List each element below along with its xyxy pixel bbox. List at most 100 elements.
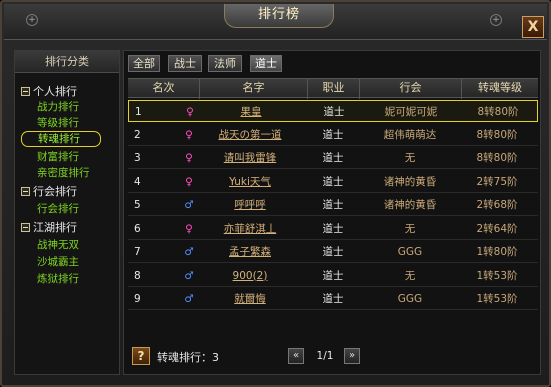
player-name-link[interactable]: 就爾悔 [200,288,300,310]
player-name-link[interactable]: 孟子繁森 [200,241,300,263]
job-cell: 道士 [323,106,345,118]
job-cell: 道士 [322,222,344,235]
female-icon: ♀ [186,106,194,118]
guild-cell: 诸神的黄昏 [383,199,437,211]
page-indicator: 1/1 [316,350,334,362]
category-jianghu[interactable]: 江湖排行 [21,219,77,235]
soul-level-cell: 2转64阶 [476,222,518,235]
player-name-link[interactable]: 亦菲舒淇丄 [200,218,300,240]
soul-level-cell: 1转53阶 [476,269,518,282]
table-row[interactable]: 9 ♂ 就爾悔 道士 GGG 1转53阶 [128,288,538,310]
category-sidebar: 排行分类 个人排行 战力排行 等级排行 转魂排行 财富排行 亲密度排行 行会排行… [14,50,120,375]
soul-level-cell: 2转68阶 [476,199,518,211]
male-icon: ♂ [184,199,194,211]
job-cell: 道士 [322,246,344,258]
footer-count-label: 转魂排行：3 [157,351,219,364]
sidebar-item-war-god[interactable]: 战神无双 [37,237,79,252]
collapse-icon[interactable] [21,222,30,232]
player-name-link[interactable]: 战天の第一道 [200,124,300,146]
sidebar-item-guild-rank[interactable]: 行会排行 [37,201,79,216]
column-rank: 名次 [128,79,200,99]
column-job: 职业 [308,79,360,99]
soul-level-cell: 8转80阶 [476,128,518,141]
sidebar-item-intimacy[interactable]: 亲密度排行 [37,165,90,180]
job-cell: 道士 [322,269,344,282]
soul-level-cell: 8转80阶 [476,152,518,164]
male-icon: ♂ [184,269,194,282]
title-bar[interactable]: + 排行榜 + [4,4,547,40]
category-guild[interactable]: 行会排行 [21,183,77,199]
category-label: 个人排行 [33,85,77,98]
female-icon: ♀ [185,128,193,141]
player-name-link[interactable]: 900(2) [200,265,300,287]
player-name-link[interactable]: Yuki天气 [200,171,300,193]
player-name-link[interactable]: 呼呼呼 [200,194,300,216]
job-cell: 道士 [322,152,344,164]
job-cell: 道士 [322,293,344,305]
column-guild: 行会 [360,79,462,99]
sidebar-item-level[interactable]: 等级排行 [37,115,79,130]
table-row[interactable]: 6 ♀ 亦菲舒淇丄 道士 无 2转64阶 [128,218,538,240]
category-label: 行会排行 [33,185,77,198]
female-icon: ♀ [185,152,193,164]
collapse-icon[interactable] [21,86,30,96]
table-row[interactable]: 1 ♀ 果皇 道士 妮可妮可妮 8转80阶 [128,100,538,122]
window-title: 排行榜 [224,4,334,28]
ornament-icon: + [490,14,502,26]
rank-cell: 3 [134,152,141,164]
prev-page-button[interactable]: « [288,348,304,364]
guild-cell: 无 [404,152,416,164]
rank-cell: 6 [134,222,141,235]
male-icon: ♂ [184,293,194,305]
column-soul-level: 转魂等级 [478,81,522,94]
sidebar-item-power[interactable]: 战力排行 [37,99,79,114]
table-row[interactable]: 7 ♂ 孟子繁森 道士 GGG 1转80阶 [128,241,538,263]
soul-level-cell: 2转75阶 [476,175,518,188]
job-cell: 道士 [322,199,344,211]
table-row[interactable]: 4 ♀ Yuki天气 道士 诸神的黄昏 2转75阶 [128,171,538,193]
table-row[interactable]: 3 ♀ 请叫我雷锋 道士 无 8转80阶 [128,147,538,169]
soul-level-cell: 8转80阶 [477,106,519,118]
job-cell: 道士 [322,175,344,188]
close-button[interactable]: X [522,16,544,38]
job-cell: 道士 [322,128,344,141]
table-row[interactable]: 2 ♀ 战天の第一道 道士 超伟萌萌达 8转80阶 [128,124,538,146]
next-page-button[interactable]: » [344,348,360,364]
guild-cell: 诸神的黄昏 [383,175,437,188]
rank-cell: 8 [134,269,141,282]
player-name-link[interactable]: 果皇 [201,101,301,123]
sidebar-item-soul[interactable]: 转魂排行 [21,131,101,147]
sidebar-header: 排行分类 [15,51,119,73]
guild-cell: GGG [397,246,423,258]
rank-cell: 7 [134,246,141,258]
category-personal[interactable]: 个人排行 [21,83,77,99]
collapse-icon[interactable] [21,186,30,196]
ornament-icon: + [26,14,38,26]
sidebar-item-wealth[interactable]: 财富排行 [37,149,79,164]
rank-cell: 9 [134,293,141,305]
table-row[interactable]: 8 ♂ 900(2) 道士 无 1转53阶 [128,265,538,287]
table-row[interactable]: 5 ♂ 呼呼呼 道士 诸神的黄昏 2转68阶 [128,194,538,216]
male-icon: ♂ [184,246,194,258]
player-name-link[interactable]: 请叫我雷锋 [200,147,300,169]
category-label: 江湖排行 [33,221,77,234]
rank-cell: 1 [135,106,142,118]
help-button[interactable]: ? [132,347,150,365]
tab-mage[interactable]: 法师 [208,55,242,72]
rank-cell: 5 [134,199,141,211]
tab-taoist[interactable]: 道士 [250,55,282,72]
guild-cell: 超伟萌萌达 [383,128,437,141]
guild-cell: 无 [404,222,416,235]
table-header: 名次 名字 职业 行会 转魂等级 [128,78,538,99]
female-icon: ♀ [185,222,193,235]
sidebar-item-purgatory[interactable]: 炼狱排行 [37,271,79,286]
rank-cell: 4 [134,175,141,188]
tab-all[interactable]: 全部 [128,55,160,72]
column-name: 名字 [200,79,308,99]
guild-cell: GGG [397,293,423,305]
guild-cell: 妮可妮可妮 [384,106,438,118]
tab-warrior[interactable]: 战士 [168,55,202,72]
soul-level-cell: 1转53阶 [476,293,518,305]
soul-level-cell: 1转80阶 [476,246,518,258]
sidebar-item-castle-lord[interactable]: 沙城霸主 [37,254,79,269]
